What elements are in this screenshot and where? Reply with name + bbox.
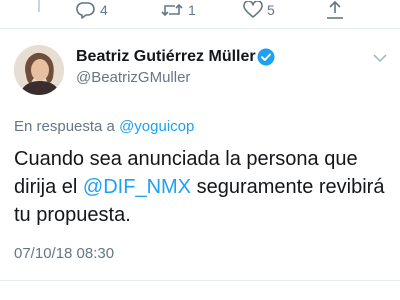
tweet-text: Cuando sea anunciada la persona que diri… bbox=[14, 145, 394, 229]
reply-button[interactable]: 4 bbox=[76, 0, 108, 20]
verified-badge-icon bbox=[257, 48, 275, 66]
like-count: 5 bbox=[267, 2, 275, 18]
author-display-name[interactable]: Beatriz Gutiérrez Müller bbox=[76, 48, 256, 66]
divider bbox=[0, 280, 400, 281]
avatar[interactable] bbox=[14, 45, 64, 95]
previous-tweet-actions: 4 1 5 bbox=[0, 0, 400, 22]
reply-to-mention-link[interactable]: @yoguicop bbox=[119, 118, 194, 135]
share-button[interactable] bbox=[325, 0, 345, 20]
retweet-count: 1 bbox=[188, 2, 196, 18]
retweet-icon bbox=[161, 3, 183, 17]
share-icon bbox=[327, 0, 343, 19]
reply-count: 4 bbox=[100, 2, 108, 18]
like-button[interactable]: 5 bbox=[243, 0, 275, 20]
reply-context: En respuesta a @yoguicop bbox=[14, 118, 194, 135]
tweet-timestamp[interactable]: 07/10/18 08:30 bbox=[14, 245, 114, 262]
author-handle[interactable]: @BeatrizGMuller bbox=[76, 69, 190, 86]
avatar-photo bbox=[14, 45, 64, 95]
chevron-down-icon[interactable] bbox=[372, 52, 388, 64]
divider bbox=[0, 28, 400, 29]
reply-prefix: En respuesta a bbox=[14, 118, 115, 135]
retweet-button[interactable]: 1 bbox=[160, 0, 196, 20]
reply-icon bbox=[76, 2, 95, 19]
mention-link[interactable]: @DIF_NMX bbox=[83, 176, 191, 198]
heart-icon bbox=[243, 1, 263, 18]
